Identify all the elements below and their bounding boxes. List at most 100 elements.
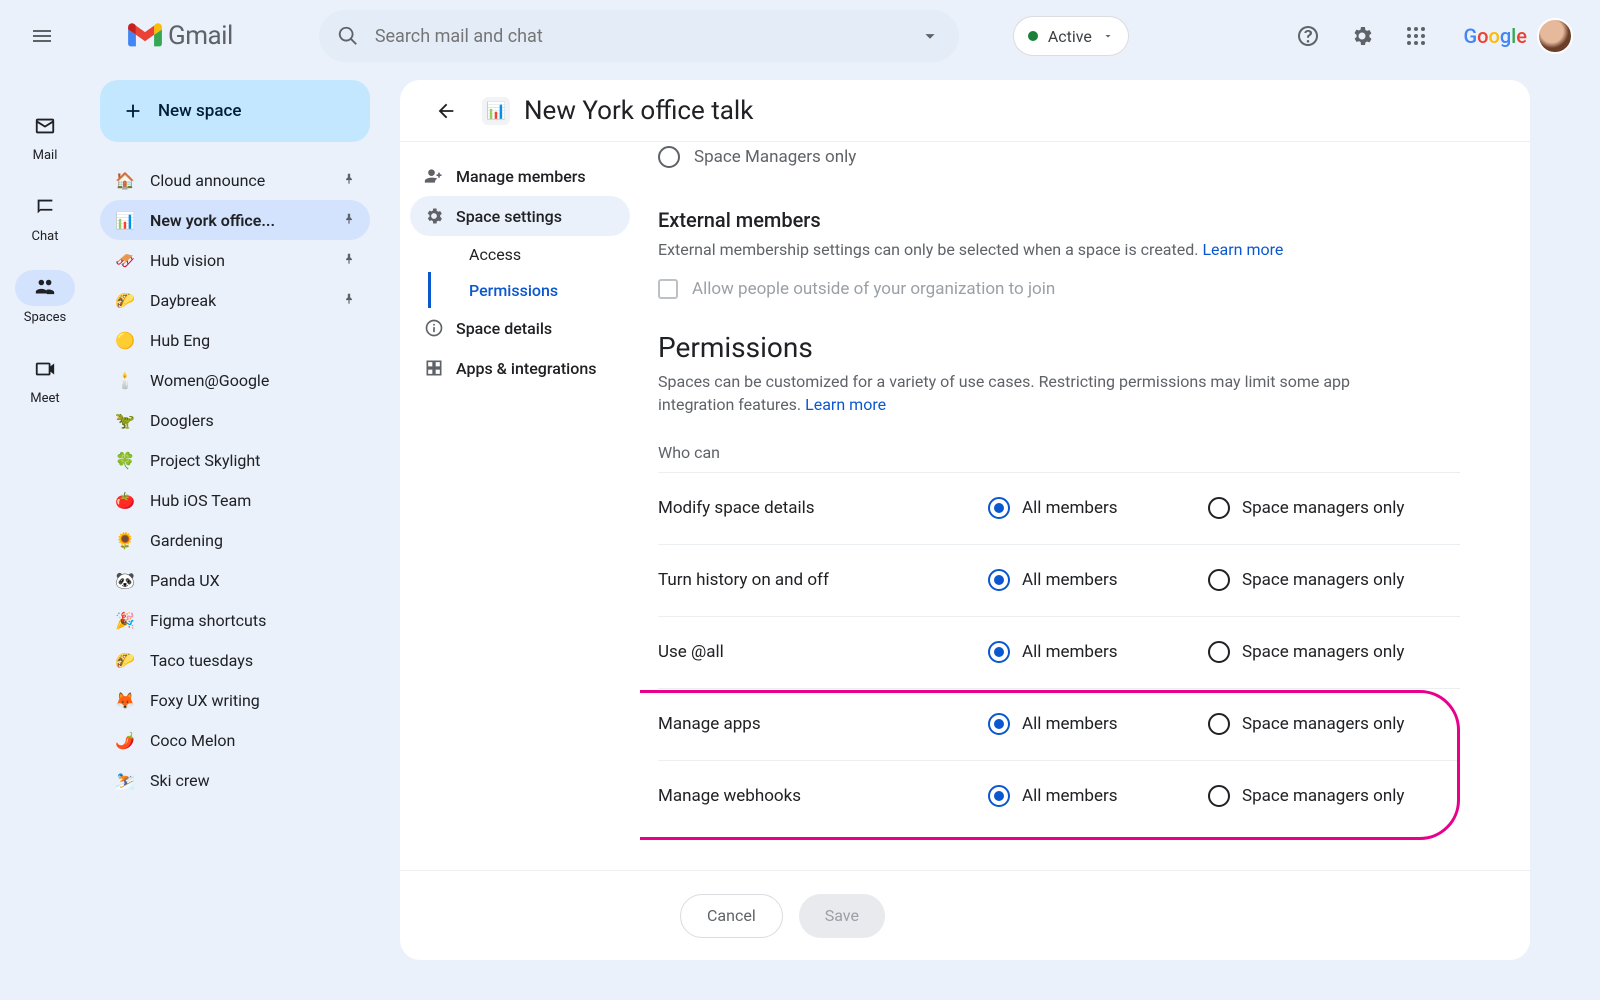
grid-icon: [424, 358, 444, 378]
pin-icon: [342, 291, 356, 310]
space-emoji-icon: 🌮: [114, 291, 136, 310]
radio-icon: [1208, 713, 1230, 735]
nav-sub-permissions[interactable]: Permissions: [428, 272, 630, 308]
space-item[interactable]: 🐼Panda UX: [100, 560, 370, 600]
radio-icon: [1208, 785, 1230, 807]
gmail-icon: [128, 23, 162, 49]
space-emoji-icon: 🕯️: [114, 371, 136, 390]
permission-opt-all[interactable]: All members: [988, 641, 1208, 663]
external-learn-more-link[interactable]: Learn more: [1202, 240, 1283, 259]
permission-label: Use @all: [658, 642, 988, 662]
permission-opt-managers[interactable]: Space managers only: [1208, 785, 1428, 807]
nav-manage-members[interactable]: Manage members: [410, 156, 630, 196]
space-emoji-icon: 🛷: [114, 251, 136, 270]
permission-opt-all[interactable]: All members: [988, 497, 1208, 519]
apps-button[interactable]: [1394, 14, 1438, 58]
radio-icon: [1208, 641, 1230, 663]
space-emoji-icon: 🌶️: [114, 731, 136, 750]
pin-icon: [342, 251, 356, 270]
permission-row: Manage webhooksAll membersSpace managers…: [658, 760, 1460, 832]
space-label: Dooglers: [150, 411, 214, 430]
space-item[interactable]: ⛷️Ski crew: [100, 760, 370, 800]
search-box[interactable]: [319, 10, 959, 62]
permission-opt-all[interactable]: All members: [988, 713, 1208, 735]
space-emoji-icon: 📊: [114, 211, 136, 230]
space-item[interactable]: 🕯️Women@Google: [100, 360, 370, 400]
space-label: Taco tuesdays: [150, 651, 253, 670]
settings-button[interactable]: [1340, 14, 1384, 58]
info-icon: [424, 318, 444, 338]
permission-row: Manage appsAll membersSpace managers onl…: [658, 688, 1460, 760]
space-emoji-icon: 🍀: [114, 451, 136, 470]
external-members-heading: External members: [658, 208, 1460, 232]
gmail-logo[interactable]: Gmail: [128, 21, 233, 51]
radio-icon: [1208, 569, 1230, 591]
space-item[interactable]: 🏠Cloud announce: [100, 160, 370, 200]
permission-opt-all[interactable]: All members: [988, 785, 1208, 807]
permission-opt-managers[interactable]: Space managers only: [1208, 641, 1428, 663]
space-label: Panda UX: [150, 571, 220, 590]
permission-opt-managers[interactable]: Space managers only: [1208, 497, 1428, 519]
pin-icon: [342, 211, 356, 230]
settings-nav: Manage members Space settings Access Per…: [400, 142, 640, 870]
space-item[interactable]: 🟡Hub Eng: [100, 320, 370, 360]
radio-icon: [988, 713, 1010, 735]
space-label: Coco Melon: [150, 731, 235, 750]
radio-icon: [1208, 497, 1230, 519]
nav-apps-integrations[interactable]: Apps & integrations: [410, 348, 630, 388]
who-can-label: Who can: [658, 443, 1460, 462]
main-menu-button[interactable]: [20, 14, 64, 58]
space-label: Figma shortcuts: [150, 611, 266, 630]
hamburger-icon: [30, 24, 54, 48]
nav-space-details[interactable]: Space details: [410, 308, 630, 348]
radio-icon: [988, 497, 1010, 519]
search-options-icon[interactable]: [919, 25, 941, 47]
cancel-button[interactable]: Cancel: [680, 894, 783, 938]
rail-mail[interactable]: Mail: [15, 108, 75, 163]
gear-icon: [1350, 24, 1374, 48]
permissions-heading: Permissions: [658, 331, 1460, 364]
avatar[interactable]: [1537, 18, 1573, 54]
space-item[interactable]: 🦖Dooglers: [100, 400, 370, 440]
new-space-button[interactable]: New space: [100, 80, 370, 142]
space-avatar-icon: 📊: [482, 97, 510, 125]
plus-icon: [122, 100, 144, 122]
truncated-option[interactable]: Space Managers only: [658, 142, 1460, 168]
space-item[interactable]: 🍀 Project Skylight: [100, 440, 370, 480]
search-input[interactable]: [375, 26, 919, 47]
space-item[interactable]: 🛷Hub vision: [100, 240, 370, 280]
space-item[interactable]: 🌻Gardening: [100, 520, 370, 560]
space-item[interactable]: 🌶️ Coco Melon: [100, 720, 370, 760]
status-chip[interactable]: Active: [1013, 16, 1129, 56]
meet-icon: [34, 358, 56, 380]
space-label: Hub iOS Team: [150, 491, 251, 510]
rail-chat[interactable]: Chat: [15, 189, 75, 244]
back-button[interactable]: [424, 89, 468, 133]
account-chip[interactable]: Google: [1448, 13, 1580, 59]
space-label: Project Skylight: [150, 451, 260, 470]
permission-label: Modify space details: [658, 498, 988, 518]
space-item[interactable]: 📊 New york office...: [100, 200, 370, 240]
radio-icon: [988, 569, 1010, 591]
rail-spaces[interactable]: Spaces: [15, 270, 75, 325]
arrow-left-icon: [435, 100, 457, 122]
apps-grid-icon: [1404, 24, 1428, 48]
permission-opt-managers[interactable]: Space managers only: [1208, 569, 1428, 591]
space-label: New york office...: [150, 211, 275, 230]
rail-meet[interactable]: Meet: [15, 351, 75, 406]
space-emoji-icon: 🍅: [114, 491, 136, 510]
search-icon: [337, 25, 359, 47]
space-item[interactable]: 🍅 Hub iOS Team: [100, 480, 370, 520]
nav-space-settings[interactable]: Space settings: [410, 196, 630, 236]
permission-opt-all[interactable]: All members: [988, 569, 1208, 591]
space-item[interactable]: 🎉Figma shortcuts: [100, 600, 370, 640]
status-label: Active: [1048, 27, 1092, 46]
support-button[interactable]: [1286, 14, 1330, 58]
space-item[interactable]: 🌮Daybreak: [100, 280, 370, 320]
permission-opt-managers[interactable]: Space managers only: [1208, 713, 1428, 735]
nav-sub-access[interactable]: Access: [428, 236, 630, 272]
permissions-learn-more-link[interactable]: Learn more: [805, 395, 886, 414]
space-item[interactable]: 🌮Taco tuesdays: [100, 640, 370, 680]
rail-label: Chat: [32, 229, 59, 244]
space-item[interactable]: 🦊Foxy UX writing: [100, 680, 370, 720]
